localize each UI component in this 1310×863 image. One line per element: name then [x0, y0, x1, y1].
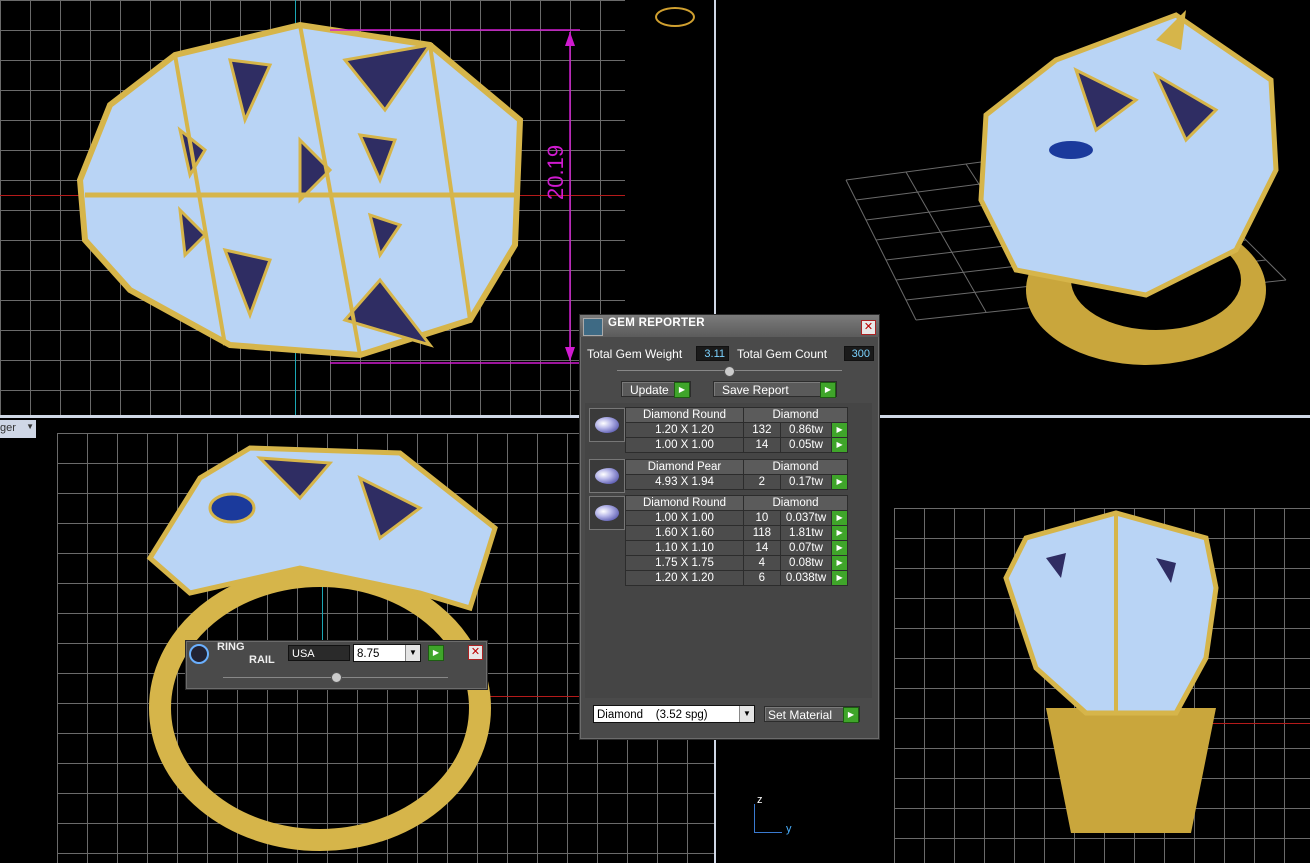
pear-gem-icon	[589, 459, 625, 493]
gem-weight: 0.17tw	[779, 474, 833, 490]
view-cube-icon[interactable]	[655, 7, 695, 27]
gem-weight: 0.07tw	[779, 540, 833, 556]
table-row: 1.00 X 1.00 14 0.05tw ▶	[625, 437, 848, 453]
table-row: 4.93 X 1.94 2 0.17tw ▶	[625, 474, 848, 490]
gem-shape: Diamond Round	[625, 407, 744, 423]
gem-reporter-titlebar[interactable]: GEM REPORTER ✕	[580, 315, 879, 337]
round-gem-icon	[589, 408, 625, 442]
gem-size: 1.20 X 1.20	[625, 570, 744, 586]
gem-group-1: Diamond Round Diamond 1.20 X 1.20 132 0.…	[625, 407, 848, 453]
select-row-button[interactable]: ▶	[831, 510, 848, 526]
gem-group-2: Diamond Pear Diamond 4.93 X 1.94 2 0.17t…	[625, 459, 848, 490]
table-row: 1.75 X 1.75 4 0.08tw ▶	[625, 555, 848, 571]
round-gem-icon	[589, 496, 625, 530]
table-row: 1.20 X 1.20 6 0.038tw ▶	[625, 570, 848, 586]
gem-size: 1.60 X 1.60	[625, 525, 744, 541]
set-material-button[interactable]: Set Material ▶	[764, 706, 860, 723]
gem-size: 4.93 X 1.94	[625, 474, 744, 490]
gem-count: 6	[743, 570, 781, 586]
chevron-down-icon: ▼	[739, 706, 754, 722]
save-report-button[interactable]: Save Report ▶	[713, 381, 837, 398]
material-select-value: Diamond (3.52 spg)	[597, 709, 708, 721]
gem-material: Diamond	[743, 407, 848, 423]
material-select[interactable]: Diamond (3.52 spg) ▼	[593, 705, 755, 723]
gem-size: 1.00 X 1.00	[625, 437, 744, 453]
gem-material: Diamond	[743, 495, 848, 511]
gem-shape: Diamond Round	[625, 495, 744, 511]
gem-reporter-panel: GEM REPORTER ✕ Total Gem Weight 3.11 Tot…	[579, 314, 880, 740]
select-row-button[interactable]: ▶	[831, 422, 848, 438]
view-selector[interactable]: ger ▼	[0, 420, 36, 438]
chevron-down-icon: ▼	[405, 645, 420, 661]
gem-reporter-app-icon	[583, 318, 603, 336]
axis-z-label: z	[757, 794, 763, 806]
gem-list: Diamond Round Diamond 1.20 X 1.20 132 0.…	[585, 403, 872, 698]
table-row: 1.60 X 1.60 118 1.81tw ▶	[625, 525, 848, 541]
rail-slider-knob[interactable]	[331, 672, 342, 683]
save-report-label: Save Report	[722, 383, 789, 397]
close-icon[interactable]: ✕	[861, 320, 876, 335]
close-icon[interactable]: ✕	[468, 645, 483, 660]
panel-slider-knob[interactable]	[724, 366, 735, 377]
gem-weight: 1.81tw	[779, 525, 833, 541]
gem-count: 132	[743, 422, 781, 438]
chevron-down-icon: ▼	[26, 422, 34, 431]
update-button[interactable]: Update ▶	[621, 381, 691, 398]
gem-weight: 0.08tw	[779, 555, 833, 571]
set-material-label: Set Material	[768, 708, 833, 722]
ring-rail-panel: RING RAIL USA 8.75 ▼ ▶ ✕	[185, 640, 488, 690]
play-icon: ▶	[820, 382, 836, 398]
gem-material: Diamond	[743, 459, 848, 475]
select-row-button[interactable]: ▶	[831, 437, 848, 453]
gem-size: 1.10 X 1.10	[625, 540, 744, 556]
ring-rail-app-icon	[189, 644, 209, 664]
gem-count: 4	[743, 555, 781, 571]
axis-gizmo: z y	[754, 794, 799, 838]
gem-weight: 0.86tw	[779, 422, 833, 438]
gem-count: 10	[743, 510, 781, 526]
total-count-label: Total Gem Count	[737, 347, 828, 361]
ring-rail-title-line1: RING	[217, 641, 245, 653]
table-row: 1.10 X 1.10 14 0.07tw ▶	[625, 540, 848, 556]
ring-rail-title-line2: RAIL	[249, 654, 275, 666]
ring-size-value: 8.75	[357, 648, 380, 660]
view-selector-label: ger	[0, 422, 16, 434]
gem-size: 1.75 X 1.75	[625, 555, 744, 571]
table-row: 1.00 X 1.00 10 0.037tw ▶	[625, 510, 848, 526]
gem-count: 2	[743, 474, 781, 490]
select-row-button[interactable]: ▶	[831, 525, 848, 541]
size-standard-field[interactable]: USA	[288, 645, 350, 661]
dimension-label: 20.19	[543, 144, 568, 200]
total-weight-label: Total Gem Weight	[587, 347, 683, 361]
gem-weight: 0.037tw	[779, 510, 833, 526]
gem-size: 1.20 X 1.20	[625, 422, 744, 438]
gem-count: 14	[743, 437, 781, 453]
select-row-button[interactable]: ▶	[831, 555, 848, 571]
gem-count: 118	[743, 525, 781, 541]
select-row-button[interactable]: ▶	[831, 474, 848, 490]
play-icon: ▶	[674, 382, 690, 398]
update-label: Update	[630, 383, 669, 397]
gem-size: 1.00 X 1.00	[625, 510, 744, 526]
gem-count: 14	[743, 540, 781, 556]
play-icon: ▶	[843, 707, 859, 723]
gem-reporter-title: GEM REPORTER	[608, 317, 705, 329]
table-row: 1.20 X 1.20 132 0.86tw ▶	[625, 422, 848, 438]
gem-weight: 0.038tw	[779, 570, 833, 586]
select-row-button[interactable]: ▶	[831, 540, 848, 556]
apply-size-button[interactable]: ▶	[428, 645, 444, 661]
total-count-value: 300	[844, 346, 874, 361]
axis-y-label: y	[786, 823, 792, 835]
total-weight-value: 3.11	[696, 346, 729, 361]
gem-shape: Diamond Pear	[625, 459, 744, 475]
ring-size-select[interactable]: 8.75 ▼	[353, 644, 421, 662]
gem-group-3: Diamond Round Diamond 1.00 X 1.00 10 0.0…	[625, 495, 848, 586]
select-row-button[interactable]: ▶	[831, 570, 848, 586]
gem-weight: 0.05tw	[779, 437, 833, 453]
